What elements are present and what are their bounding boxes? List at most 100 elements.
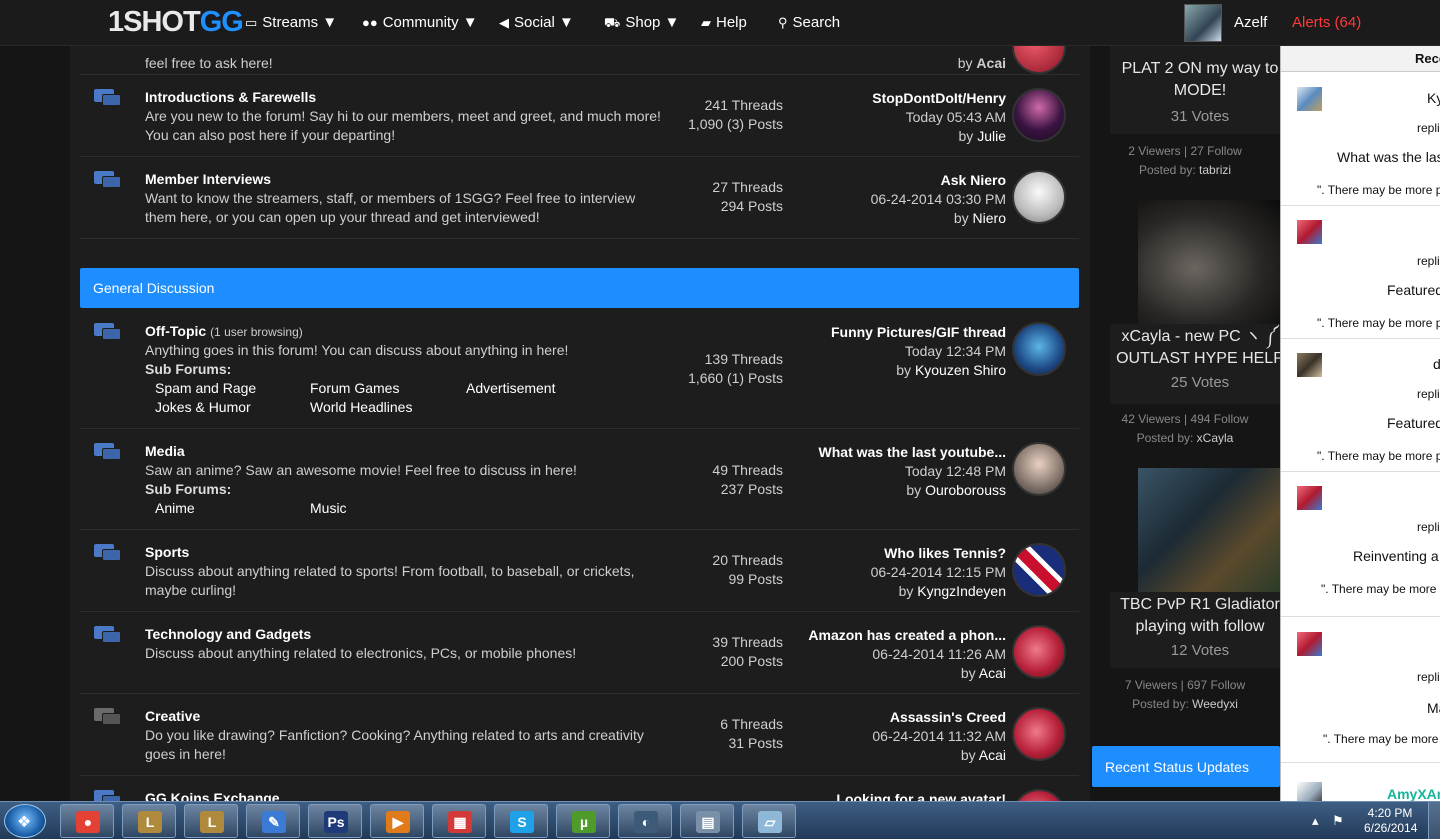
last-post-author[interactable]: KyngzIndeyen <box>917 583 1006 599</box>
nav-shop[interactable]: ⛟ Shop ▼ <box>604 14 679 33</box>
taskbar-app-button[interactable]: ● <box>60 804 114 838</box>
alert-item[interactable]: AmyXAn <box>1281 778 1440 801</box>
taskbar-app-button[interactable]: S <box>494 804 548 838</box>
forum-title[interactable]: Introductions & Farewells <box>145 89 316 105</box>
stream-card[interactable]: TBC PvP R1 Gladiator playing with follow… <box>1110 592 1280 668</box>
last-poster-avatar[interactable] <box>1012 170 1066 224</box>
stream-card[interactable]: xCayla - new PC ヽ ༼ OUTLAST HYPE HELP 25… <box>1110 324 1284 404</box>
alerts-link[interactable]: Alerts (64) <box>1292 14 1361 31</box>
last-poster-avatar[interactable] <box>1012 322 1066 376</box>
site-logo[interactable]: 1SHOTGG <box>108 6 244 39</box>
last-post-author[interactable]: Acai <box>979 665 1006 681</box>
last-poster-avatar[interactable] <box>1012 625 1066 679</box>
alert-thread[interactable]: What was the las <box>1337 149 1440 165</box>
last-post-title[interactable]: Amazon has created a phon... <box>800 626 1006 645</box>
alert-item[interactable]: d replie Featured S ". There may be more… <box>1281 339 1440 472</box>
last-poster-avatar[interactable] <box>1012 543 1066 597</box>
last-poster-avatar[interactable] <box>1012 707 1066 761</box>
subforum-link[interactable]: Anime <box>155 500 195 516</box>
stream-poster[interactable]: tabrizi <box>1199 163 1231 177</box>
stream-thumbnail[interactable] <box>1138 468 1280 592</box>
taskbar-app-button[interactable]: ▦ <box>432 804 486 838</box>
subforum-link[interactable]: Spam and Rage <box>155 380 256 396</box>
forum-title[interactable]: Off-Topic (1 user browsing) <box>145 323 303 339</box>
taskbar-app-button[interactable]: ▤ <box>680 804 734 838</box>
last-post-author[interactable]: Niero <box>973 210 1006 226</box>
last-post-title[interactable]: Funny Pictures/GIF thread <box>800 323 1006 342</box>
subforum-link[interactable]: Forum Games <box>310 380 399 396</box>
last-post-title[interactable]: What was the last youtube... <box>800 443 1006 462</box>
forum-title[interactable]: Sports <box>145 544 189 560</box>
alert-thread[interactable]: Featured S <box>1387 415 1440 431</box>
start-button[interactable]: ❖ <box>4 804 46 838</box>
last-poster-avatar[interactable] <box>1012 789 1066 801</box>
stream-title[interactable]: TBC PvP R1 Gladiator playing with follow <box>1110 594 1290 638</box>
nav-streams[interactable]: ▭ Streams ▼ <box>245 14 337 31</box>
stream-title[interactable]: xCayla - new PC ヽ ༼ OUTLAST HYPE HELP <box>1110 326 1290 370</box>
nav-search[interactable]: ⚲ Search <box>778 14 840 31</box>
user-avatar[interactable] <box>1184 4 1222 42</box>
forum-title[interactable]: Media <box>145 443 185 459</box>
forum-title[interactable]: Member Interviews <box>145 171 271 187</box>
last-post-title[interactable]: Assassin's Creed <box>800 708 1006 727</box>
alert-thread[interactable]: Ma <box>1427 700 1440 716</box>
last-post-author[interactable]: Julie <box>977 128 1006 144</box>
taskbar-app-button[interactable]: ◐ <box>618 804 672 838</box>
stream-title[interactable]: PLAT 2 ON my way to MODE! <box>1110 58 1290 102</box>
taskbar-app-button[interactable]: ▶ <box>370 804 424 838</box>
alert-item[interactable]: replie Reinventing a ". There may be mor… <box>1281 472 1440 617</box>
last-post-title[interactable]: Looking for a new avatar! <box>800 790 1006 801</box>
forum-title[interactable]: GG Koins Exchange <box>145 790 280 801</box>
tray-arrow-icon[interactable]: ▴ <box>1312 813 1319 829</box>
last-post-author[interactable]: Kyouzen Shiro <box>915 362 1006 378</box>
taskbar-app-button[interactable]: ✎ <box>246 804 300 838</box>
alert-user[interactable]: d <box>1433 356 1440 372</box>
last-post-author[interactable]: Ouroborouss <box>925 482 1006 498</box>
stream-thumbnail[interactable] <box>1138 200 1280 324</box>
alert-item[interactable]: Ky replie What was the las ". There may … <box>1281 73 1440 206</box>
alert-thread[interactable]: Featured S <box>1387 282 1440 298</box>
alert-avatar[interactable] <box>1297 632 1322 656</box>
subforum-link[interactable]: Jokes & Humor <box>155 399 251 415</box>
forum-title[interactable]: Creative <box>145 708 200 724</box>
nav-help[interactable]: ▰ Help <box>701 14 747 31</box>
show-desktop-button[interactable] <box>1428 802 1440 839</box>
last-post-author[interactable]: Acai <box>976 55 1006 71</box>
nav-social[interactable]: ◀ Social ▼ <box>499 14 574 31</box>
taskbar-app-button[interactable]: Ps <box>308 804 362 838</box>
alert-avatar[interactable] <box>1297 353 1322 377</box>
category-header-general-discussion[interactable]: General Discussion <box>80 268 1079 308</box>
last-post-title[interactable]: Who likes Tennis? <box>800 544 1006 563</box>
alert-user[interactable]: Ky <box>1427 90 1440 106</box>
alert-thread[interactable]: Reinventing a <box>1353 548 1439 564</box>
stream-card[interactable]: PLAT 2 ON my way to MODE! 31 Votes <box>1110 46 1280 134</box>
username-link[interactable]: Azelf <box>1234 14 1267 31</box>
last-poster-avatar[interactable] <box>1012 88 1066 142</box>
last-post-title[interactable]: StopDontDoIt/Henry <box>800 89 1006 108</box>
nav-community[interactable]: ●● Community ▼ <box>362 14 478 31</box>
alert-item[interactable]: replie Featured S ". There may be more p… <box>1281 206 1440 339</box>
alert-avatar[interactable] <box>1297 782 1322 801</box>
clock[interactable]: 4:20 PM 6/26/2014 <box>1364 806 1417 836</box>
forum-title[interactable]: Technology and Gadgets <box>145 626 311 642</box>
alert-avatar[interactable] <box>1297 486 1322 510</box>
last-poster-avatar[interactable] <box>1012 442 1066 496</box>
last-poster-avatar[interactable] <box>1012 46 1066 74</box>
stream-poster[interactable]: Weedyxi <box>1192 697 1238 711</box>
taskbar-app-button[interactable]: µ <box>556 804 610 838</box>
network-icon[interactable]: ⚑ <box>1332 813 1344 829</box>
subforum-link[interactable]: Music <box>310 500 347 516</box>
taskbar-app-button[interactable]: ▱ <box>742 804 796 838</box>
subforum-link[interactable]: Advertisement <box>466 380 555 396</box>
taskbar-app-button[interactable]: L <box>122 804 176 838</box>
alert-avatar[interactable] <box>1297 87 1322 111</box>
last-post-title[interactable]: Ask Niero <box>800 171 1006 190</box>
stream-poster[interactable]: xCayla <box>1197 431 1234 445</box>
alert-user[interactable]: AmyXAn <box>1387 786 1440 801</box>
taskbar-app-button[interactable]: L <box>184 804 238 838</box>
alert-item[interactable]: replie Ma ". There may be more pos <box>1281 618 1440 763</box>
last-post-author[interactable]: Acai <box>979 747 1006 763</box>
alert-avatar[interactable] <box>1297 220 1322 244</box>
subforum-link[interactable]: World Headlines <box>310 399 412 415</box>
recent-status-updates-header[interactable]: Recent Status Updates <box>1092 746 1280 787</box>
